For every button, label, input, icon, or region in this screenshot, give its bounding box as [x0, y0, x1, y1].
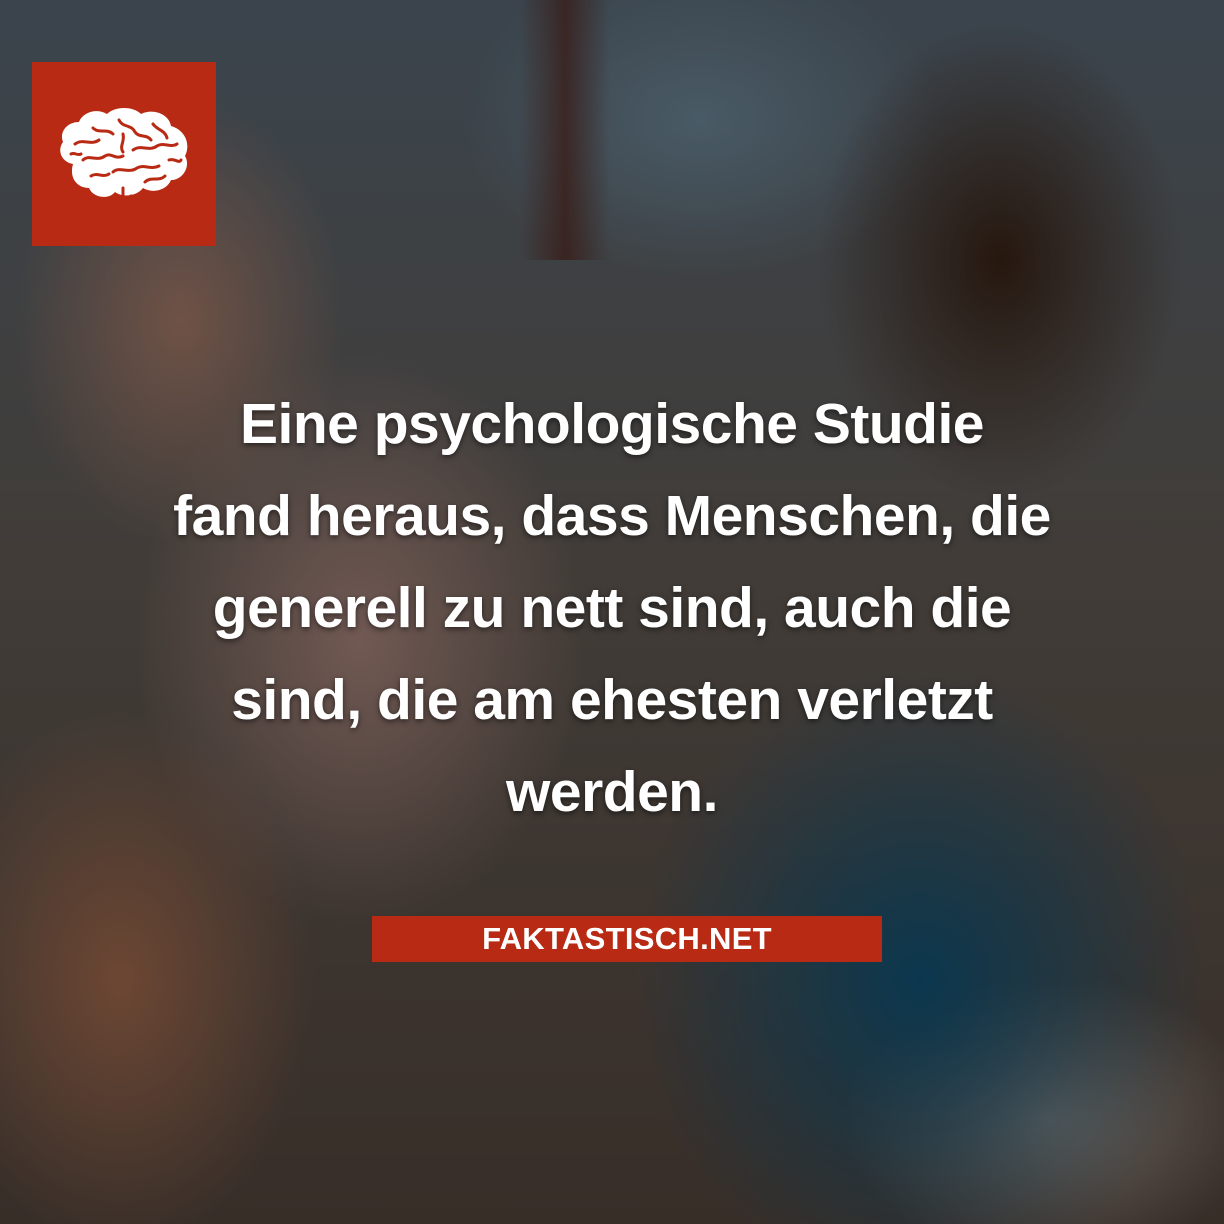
- image-canvas: Eine psychologische Studie fand heraus, d…: [0, 0, 1224, 1224]
- brand-banner: FAKTASTISCH.NET: [372, 916, 882, 962]
- logo: [32, 62, 216, 246]
- brand-label: FAKTASTISCH.NET: [482, 921, 772, 956]
- fact-line-1: Eine psychologische Studie: [239, 392, 985, 456]
- fact-line-3: generell zu nett sind, auch die: [212, 576, 1012, 640]
- fact-line-4: sind, die am ehesten verletzt: [231, 668, 993, 732]
- brain-icon: [60, 108, 188, 202]
- fact-line-5: werden.: [506, 760, 718, 824]
- fact-line-2: fand heraus, dass Menschen, die: [173, 484, 1051, 548]
- fact-text: Eine psychologische Studie fand heraus, d…: [100, 378, 1124, 838]
